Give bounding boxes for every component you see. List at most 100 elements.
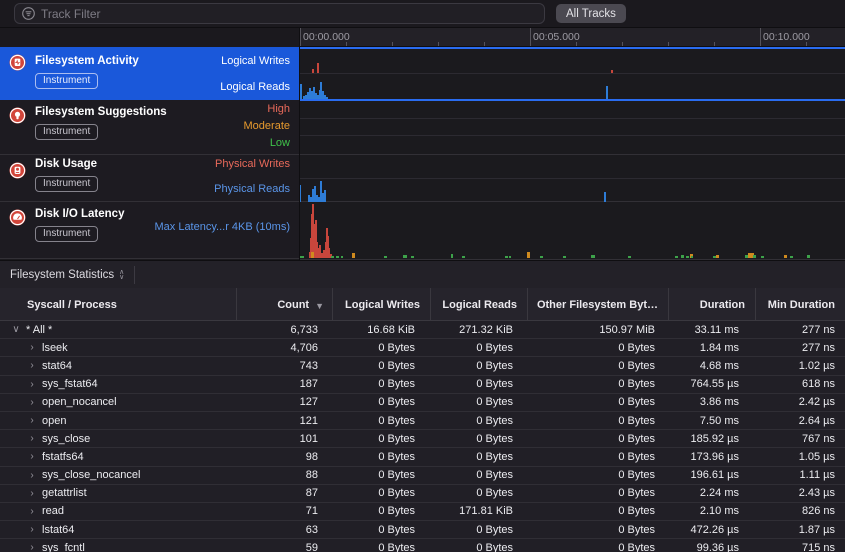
disclosure-expanded-icon[interactable]: ∨ <box>12 324 20 335</box>
disclosure-collapsed-icon[interactable]: › <box>28 488 36 499</box>
cell-logical_reads: 0 Bytes <box>430 378 527 390</box>
column-header-syscall-process[interactable]: Syscall / Process <box>0 288 236 321</box>
table-row[interactable]: ›stat647430 Bytes0 Bytes0 Bytes4.68 ms1.… <box>0 357 845 375</box>
syscall-name: sys_fstat64 <box>42 378 98 390</box>
cell-duration: 33.11 ms <box>668 324 755 336</box>
track-row-filesystem-suggestions[interactable]: Filesystem Suggestions Instrument High M… <box>0 100 299 155</box>
chart-bar <box>716 255 719 258</box>
detail-view-selector[interactable]: Filesystem Statistics ∧∨ <box>0 266 135 284</box>
track-filter-input[interactable]: Track Filter <box>14 3 545 24</box>
chart-bar <box>563 256 566 258</box>
track-filter-placeholder: Track Filter <box>41 7 101 21</box>
chart-bar <box>540 256 543 258</box>
column-header-other-filesystem[interactable]: Other Filesystem Byt… <box>527 288 668 321</box>
track-row-disk-usage[interactable]: Disk Usage Instrument Physical Writes Ph… <box>0 155 299 202</box>
filesystem-activity-icon <box>9 54 26 71</box>
column-header-count[interactable]: Count▼ <box>236 288 332 321</box>
timeline-ruler[interactable]: 00:00.00000:05.00000:10.000 <box>0 28 845 47</box>
cell-logical_writes: 0 Bytes <box>332 469 430 481</box>
lane-label-physical-writes: Physical Writes <box>215 158 290 170</box>
selection-bottom-border <box>299 99 845 101</box>
disclosure-collapsed-icon[interactable]: › <box>28 470 36 481</box>
table-row[interactable]: ∨* All *6,73316.68 KiB271.32 KiB150.97 M… <box>0 321 845 339</box>
lane-label-physical-reads: Physical Reads <box>214 183 290 195</box>
cell-other: 0 Bytes <box>527 469 668 481</box>
selection-top-border <box>299 47 845 49</box>
cell-duration: 196.61 µs <box>668 469 755 481</box>
all-tracks-button[interactable]: All Tracks <box>556 4 626 23</box>
table-row[interactable]: ›open_nocancel1270 Bytes0 Bytes0 Bytes3.… <box>0 394 845 412</box>
cell-min_duration: 1.87 µs <box>755 524 845 536</box>
disclosure-collapsed-icon[interactable]: › <box>28 433 36 444</box>
chart-bar <box>761 256 764 258</box>
syscall-name: sys_fcntl <box>42 542 85 552</box>
syscall-name: stat64 <box>42 360 72 372</box>
filesystem-suggestions-icon <box>9 107 26 124</box>
cell-logical_reads: 0 Bytes <box>430 360 527 372</box>
chart-bar <box>311 252 314 258</box>
disclosure-collapsed-icon[interactable]: › <box>28 542 36 552</box>
cell-count: 71 <box>236 505 332 517</box>
disclosure-collapsed-icon[interactable]: › <box>28 524 36 535</box>
syscall-name: open <box>42 415 66 427</box>
track-row-disk-io-latency[interactable]: Disk I/O Latency Instrument Max Latency.… <box>0 202 299 259</box>
cell-logical_reads: 0 Bytes <box>430 542 527 552</box>
cell-duration: 472.26 µs <box>668 524 755 536</box>
table-row[interactable]: ›fstatfs64980 Bytes0 Bytes0 Bytes173.96 … <box>0 448 845 466</box>
cell-min_duration: 277 ns <box>755 342 845 354</box>
table-row[interactable]: ›sys_fstat641870 Bytes0 Bytes0 Bytes764.… <box>0 376 845 394</box>
column-header-logical-writes[interactable]: Logical Writes <box>332 288 430 321</box>
cell-logical_writes: 0 Bytes <box>332 505 430 517</box>
disclosure-collapsed-icon[interactable]: › <box>28 451 36 462</box>
cell-count: 121 <box>236 415 332 427</box>
column-header-min-duration[interactable]: Min Duration <box>755 288 845 321</box>
disk-usage-icon <box>9 162 26 179</box>
table-row[interactable]: ›sys_close_nocancel880 Bytes0 Bytes0 Byt… <box>0 467 845 485</box>
table-row[interactable]: ›getattrlist870 Bytes0 Bytes0 Bytes2.24 … <box>0 485 845 503</box>
track-row-filesystem-activity[interactable]: Filesystem Activity Instrument Logical W… <box>0 47 299 100</box>
table-row[interactable]: ›sys_fcntl590 Bytes0 Bytes0 Bytes99.36 µ… <box>0 539 845 552</box>
detail-view-chevrons-icon: ∧∨ <box>119 270 124 280</box>
cell-other: 0 Bytes <box>527 487 668 499</box>
table-row[interactable]: ›lseek4,7060 Bytes0 Bytes0 Bytes1.84 ms2… <box>0 339 845 357</box>
cell-logical_writes: 0 Bytes <box>332 487 430 499</box>
cell-logical_reads: 0 Bytes <box>430 342 527 354</box>
panel-chart-divider <box>299 28 300 260</box>
lane-label-moderate: Moderate <box>244 120 290 132</box>
disclosure-collapsed-icon[interactable]: › <box>28 360 36 371</box>
cell-logical_reads: 271.32 KiB <box>430 324 527 336</box>
lane-label-logical-reads: Logical Reads <box>220 81 290 93</box>
cell-other: 0 Bytes <box>527 542 668 552</box>
chart-bar <box>611 70 613 73</box>
disclosure-collapsed-icon[interactable]: › <box>28 379 36 390</box>
lane-label-max-latency: Max Latency...r 4KB (10ms) <box>154 221 290 233</box>
cell-other: 0 Bytes <box>527 415 668 427</box>
ruler-left-mask <box>0 28 299 47</box>
ruler-tick <box>760 28 761 46</box>
cell-duration: 173.96 µs <box>668 451 755 463</box>
table-row[interactable]: ›sys_close1010 Bytes0 Bytes0 Bytes185.92… <box>0 430 845 448</box>
cell-count: 59 <box>236 542 332 552</box>
chart-bar <box>807 255 810 258</box>
cell-other: 0 Bytes <box>527 451 668 463</box>
cell-logical_writes: 16.68 KiB <box>332 324 430 336</box>
column-header-duration[interactable]: Duration <box>668 288 755 321</box>
table-row[interactable]: ›lstat64630 Bytes0 Bytes0 Bytes472.26 µs… <box>0 521 845 539</box>
cell-logical_reads: 0 Bytes <box>430 487 527 499</box>
disclosure-collapsed-icon[interactable]: › <box>28 415 36 426</box>
column-header-logical-reads[interactable]: Logical Reads <box>430 288 527 321</box>
syscall-name: lstat64 <box>42 524 74 536</box>
cell-other: 0 Bytes <box>527 396 668 408</box>
disclosure-collapsed-icon[interactable]: › <box>28 506 36 517</box>
chart-bar <box>527 252 530 258</box>
disclosure-collapsed-icon[interactable]: › <box>28 397 36 408</box>
cell-count: 187 <box>236 378 332 390</box>
disclosure-collapsed-icon[interactable]: › <box>28 342 36 353</box>
chart-bar <box>628 256 631 258</box>
lane-label-high: High <box>267 103 290 115</box>
table-row[interactable]: ›open1210 Bytes0 Bytes0 Bytes7.50 ms2.64… <box>0 412 845 430</box>
chart-bar <box>462 256 465 258</box>
chart-bar <box>591 255 595 258</box>
cell-logical_reads: 171.81 KiB <box>430 505 527 517</box>
table-row[interactable]: ›read710 Bytes171.81 KiB0 Bytes2.10 ms82… <box>0 503 845 521</box>
